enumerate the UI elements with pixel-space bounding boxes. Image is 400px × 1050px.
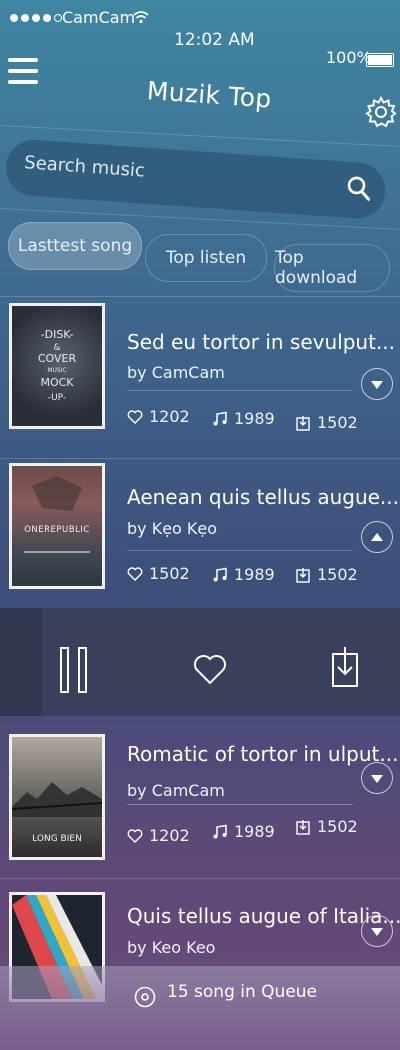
- battery-icon: [366, 53, 394, 67]
- plays-count: 1989: [212, 409, 275, 428]
- svg-text:ONEREPUBLIC: ONEREPUBLIC: [24, 525, 90, 535]
- app-screen: CamCam 12:02 AM 100% Muzik Top Search mu…: [0, 0, 400, 1050]
- expand-button[interactable]: [361, 368, 393, 400]
- svg-text:LONG BIEN: LONG BIEN: [32, 834, 82, 844]
- plays-value: 1989: [234, 822, 275, 841]
- likes-count: 1502: [127, 564, 190, 583]
- song-title: Quis tellus augue of Italia...: [127, 904, 400, 928]
- likes-value: 1202: [149, 826, 190, 845]
- page-title: Muzik Top: [145, 76, 273, 114]
- song-title: Aenean quis tellus augue...: [127, 485, 400, 509]
- disc-icon: [134, 986, 156, 1008]
- svg-text:MUSIC: MUSIC: [47, 367, 66, 374]
- pause-button[interactable]: [59, 646, 89, 694]
- search-bar[interactable]: Search music: [4, 138, 388, 221]
- song-divider: [127, 804, 353, 805]
- queue-label: 15 song in Queue: [167, 982, 318, 1002]
- svg-text:MOCK: MOCK: [40, 376, 74, 389]
- player-side-strip: [0, 608, 42, 716]
- gear-icon[interactable]: [364, 95, 398, 129]
- song-artist: by Kẹo Kẹo: [127, 519, 218, 538]
- tab-top-download[interactable]: Top download: [274, 244, 390, 292]
- downloads-value: 1502: [317, 817, 358, 836]
- music-note-icon: [213, 824, 227, 838]
- downloads-count: 1502: [295, 565, 358, 584]
- song-divider: [127, 550, 353, 551]
- heart-icon: [127, 828, 143, 843]
- likes-count: 1202: [127, 407, 190, 426]
- queue-bar[interactable]: 15 song in Queue: [0, 966, 400, 1050]
- chevron-down-icon: [371, 775, 383, 783]
- player-controls: [0, 608, 400, 716]
- likes-value: 1502: [149, 564, 190, 583]
- heart-icon: [127, 566, 143, 581]
- search-input[interactable]: Search music: [24, 152, 146, 181]
- expand-button[interactable]: [361, 762, 393, 794]
- downloads-count: 1502: [295, 413, 358, 432]
- svg-text:COVER: COVER: [38, 352, 77, 365]
- search-icon[interactable]: [344, 174, 374, 204]
- downloads-value: 1502: [317, 565, 358, 584]
- album-cover: ONEREPUBLIC: [9, 463, 105, 589]
- song-artist: by CamCam: [127, 781, 225, 800]
- battery-percent: 100%: [326, 48, 372, 67]
- svg-text:-UP-: -UP-: [48, 393, 66, 403]
- collapse-button[interactable]: [361, 521, 393, 553]
- downloads-count: 1502: [295, 817, 358, 836]
- row-divider: [0, 878, 400, 879]
- plays-value: 1989: [234, 565, 275, 584]
- download-icon: [296, 415, 310, 431]
- music-note-icon: [213, 567, 227, 581]
- wifi-icon: [133, 10, 149, 28]
- album-cover: LONG BIEN: [9, 734, 105, 860]
- heart-icon: [194, 655, 226, 685]
- download-icon: [332, 647, 358, 687]
- heart-icon: [127, 409, 143, 424]
- chevron-down-icon: [371, 928, 383, 936]
- downloads-value: 1502: [317, 413, 358, 432]
- row-divider: [0, 458, 400, 459]
- chevron-up-icon: [371, 533, 383, 541]
- plays-count: 1989: [212, 565, 275, 584]
- carrier-name: CamCam: [62, 8, 136, 27]
- hamburger-menu-icon[interactable]: [8, 58, 38, 88]
- download-button[interactable]: [331, 646, 359, 688]
- svg-text:-DISK-: -DISK-: [41, 328, 74, 341]
- song-title: Sed eu tortor in sevulput...: [127, 330, 396, 354]
- clock: 12:02 AM: [174, 30, 255, 50]
- song-title: Romatic of tortor in ulput...: [127, 742, 399, 766]
- tab-top-listen[interactable]: Top listen: [145, 234, 267, 282]
- song-divider: [127, 390, 353, 391]
- download-icon: [296, 567, 310, 583]
- album-cover: -DISK- & COVER MUSIC MOCK -UP-: [9, 303, 105, 429]
- signal-strength-icon: [10, 14, 62, 22]
- pause-icon: [60, 647, 87, 693]
- song-artist: by CamCam: [127, 363, 225, 382]
- plays-count: 1989: [212, 822, 275, 841]
- tab-latest-song[interactable]: Lasttest song: [8, 222, 142, 270]
- tabs-divider: [0, 296, 400, 297]
- download-icon: [296, 819, 310, 835]
- status-bar: CamCam 12:02 AM 100%: [0, 0, 400, 67]
- expand-button[interactable]: [361, 915, 393, 947]
- plays-value: 1989: [234, 409, 275, 428]
- song-artist: by Keo Keo: [127, 938, 216, 957]
- music-note-icon: [213, 411, 227, 425]
- likes-count: 1202: [127, 826, 190, 845]
- like-button[interactable]: [193, 652, 227, 686]
- chevron-down-icon: [371, 381, 383, 389]
- likes-value: 1202: [149, 407, 190, 426]
